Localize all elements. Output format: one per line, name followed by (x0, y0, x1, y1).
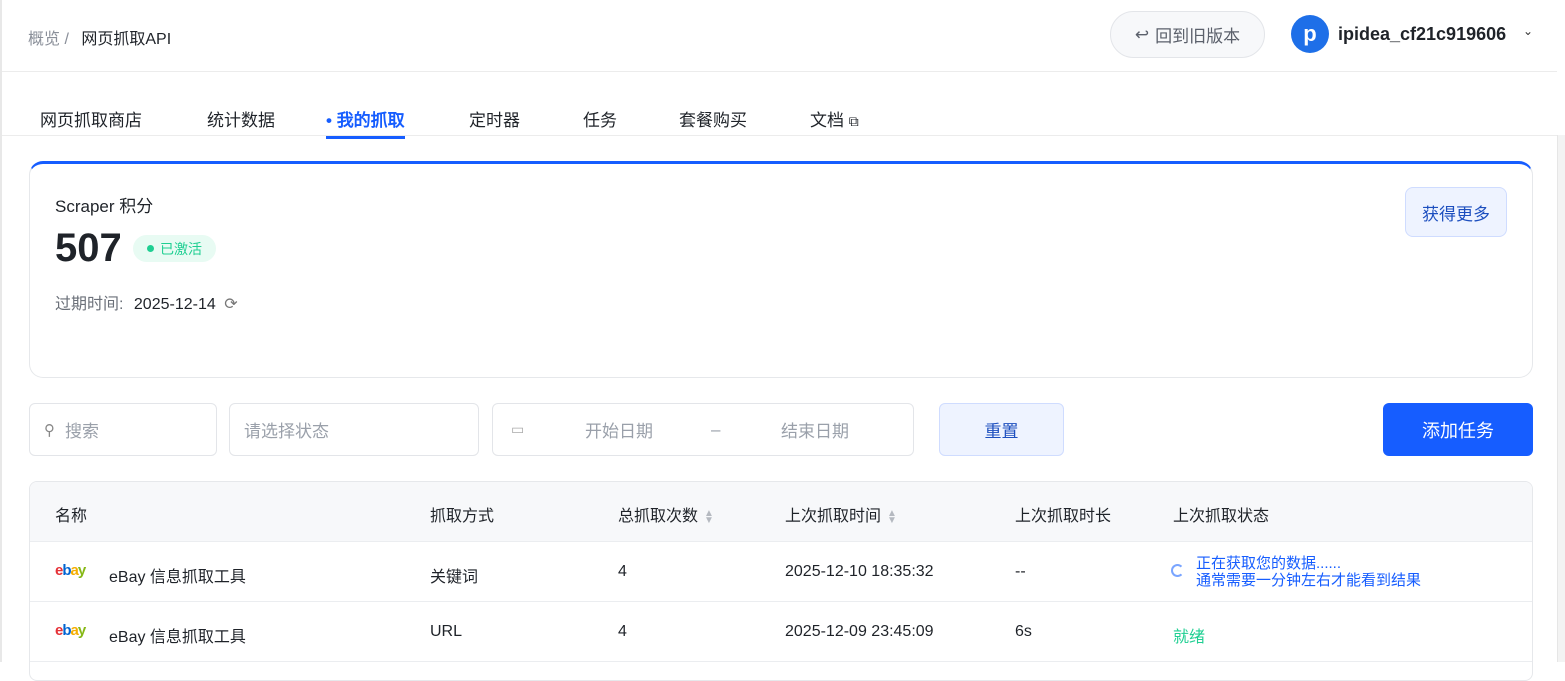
breadcrumb-overview[interactable]: 概览 (28, 31, 60, 48)
task-status-loading: 正在获取您的数据...... 通常需要一分钟左右才能看到结果 (1171, 555, 1422, 589)
table-row[interactable]: ebay eBay 信息抓取工具 关键词 4 2025-12-10 18:35:… (30, 542, 1532, 602)
tab-label: 我的抓取 (336, 111, 405, 130)
task-count: 4 (618, 623, 627, 640)
tab-my-scrapers[interactable]: • 我的抓取 (326, 106, 405, 139)
sort-icon[interactable]: ▲ ▼ (887, 508, 897, 525)
status-dot-icon (147, 245, 154, 252)
ebay-logo: ebay (55, 622, 86, 639)
sort-icon[interactable]: ▲ ▼ (704, 508, 714, 525)
header-label: 上次抓取时间 (785, 508, 882, 525)
breadcrumb: 概览 / 网页抓取API (28, 25, 171, 49)
status-badge: 已激活 (133, 235, 216, 262)
scrollbar[interactable] (1557, 135, 1565, 662)
task-duration: 6s (1015, 623, 1032, 640)
header-status: 上次抓取状态 (1173, 508, 1270, 525)
ebay-logo: ebay (55, 562, 86, 579)
tab-purchase[interactable]: 套餐购买 (679, 106, 747, 131)
expiry: 过期时间: 2025-12-14 ⟳ (55, 290, 238, 314)
points-value: 507 (55, 226, 122, 270)
tasks-table: 名称 抓取方式 总抓取次数 ▲ ▼ 上次抓取时间 ▲ ▼ 上次抓取时长 上次抓取状态 e… (29, 481, 1533, 681)
task-name[interactable]: eBay 信息抓取工具 (109, 563, 246, 587)
end-date-input[interactable]: 结束日期 (781, 417, 849, 442)
chevron-down-icon[interactable]: ⌄ (1523, 24, 1533, 38)
username[interactable]: ipidea_cf21c919606 (1338, 24, 1506, 45)
task-method: URL (430, 623, 463, 640)
header-time[interactable]: 上次抓取时间 ▲ ▼ (785, 502, 897, 526)
table-row[interactable]: ebay eBay 信息抓取工具 URL 4 2025-12-09 23:45:… (30, 602, 1532, 662)
task-duration: -- (1015, 563, 1026, 580)
calendar-icon: ▭ (511, 421, 525, 437)
task-name[interactable]: eBay 信息抓取工具 (109, 623, 246, 647)
search-placeholder: 搜索 (65, 422, 99, 441)
status-placeholder: 请选择状态 (244, 422, 329, 441)
task-time: 2025-12-09 23:45:09 (785, 623, 934, 640)
tab-timer[interactable]: 定时器 (469, 106, 520, 131)
header-name: 名称 (55, 508, 88, 525)
reset-button[interactable]: 重置 (939, 403, 1064, 456)
breadcrumb-current: 网页抓取API (81, 31, 172, 48)
tab-label: 文档 (810, 111, 844, 130)
status-text: 已激活 (160, 240, 202, 257)
task-status: 就绪 (1173, 629, 1206, 646)
back-to-old-version-button[interactable]: ↩ 回到旧版本 (1110, 11, 1265, 58)
header-count[interactable]: 总抓取次数 ▲ ▼ (618, 502, 714, 526)
avatar[interactable]: p (1291, 15, 1329, 53)
reply-arrow-icon: ↩ (1134, 24, 1150, 44)
status-line-1: 正在获取您的数据...... (1196, 555, 1342, 572)
card-title: Scraper 积分 (55, 197, 154, 216)
breadcrumb-separator: / (64, 31, 69, 48)
header-method: 抓取方式 (430, 508, 495, 525)
task-time: 2025-12-10 18:35:32 (785, 563, 934, 580)
points-card (29, 161, 1533, 378)
back-label: 回到旧版本 (1155, 27, 1241, 46)
tab-tasks[interactable]: 任务 (583, 106, 617, 131)
tab-docs[interactable]: 文档 ⧉ (810, 106, 859, 131)
header-label: 总抓取次数 (618, 508, 699, 525)
get-more-button[interactable]: 获得更多 (1405, 187, 1507, 237)
date-range-picker[interactable]: ▭ 开始日期 – 结束日期 (492, 403, 914, 456)
start-date-input[interactable]: 开始日期 (585, 417, 653, 442)
tab-bar: 网页抓取商店 统计数据 • 我的抓取 定时器 任务 套餐购买 文档 ⧉ (2, 72, 1557, 139)
tab-stats[interactable]: 统计数据 (207, 106, 275, 131)
loading-spinner-icon (1171, 564, 1184, 577)
add-task-button[interactable]: 添加任务 (1383, 403, 1533, 456)
search-icon: ⚲ (44, 421, 55, 439)
status-select[interactable]: 请选择状态 (229, 403, 479, 456)
header-duration: 上次抓取时长 (1015, 508, 1112, 525)
task-method: 关键词 (430, 569, 479, 586)
status-line-2: 通常需要一分钟左右才能看到结果 (1196, 572, 1422, 589)
range-separator: – (711, 419, 721, 439)
expiry-date: 2025-12-14 (133, 296, 216, 313)
refresh-icon[interactable]: ⟳ (224, 296, 237, 313)
task-count: 4 (618, 563, 627, 580)
table-header: 名称 抓取方式 总抓取次数 ▲ ▼ 上次抓取时间 ▲ ▼ 上次抓取时长 上次抓取状态 (30, 482, 1532, 542)
search-input[interactable]: ⚲ 搜索 (29, 403, 217, 456)
tab-store[interactable]: 网页抓取商店 (40, 106, 142, 131)
external-link-icon: ⧉ (848, 113, 859, 129)
expiry-label: 过期时间: (55, 296, 124, 313)
